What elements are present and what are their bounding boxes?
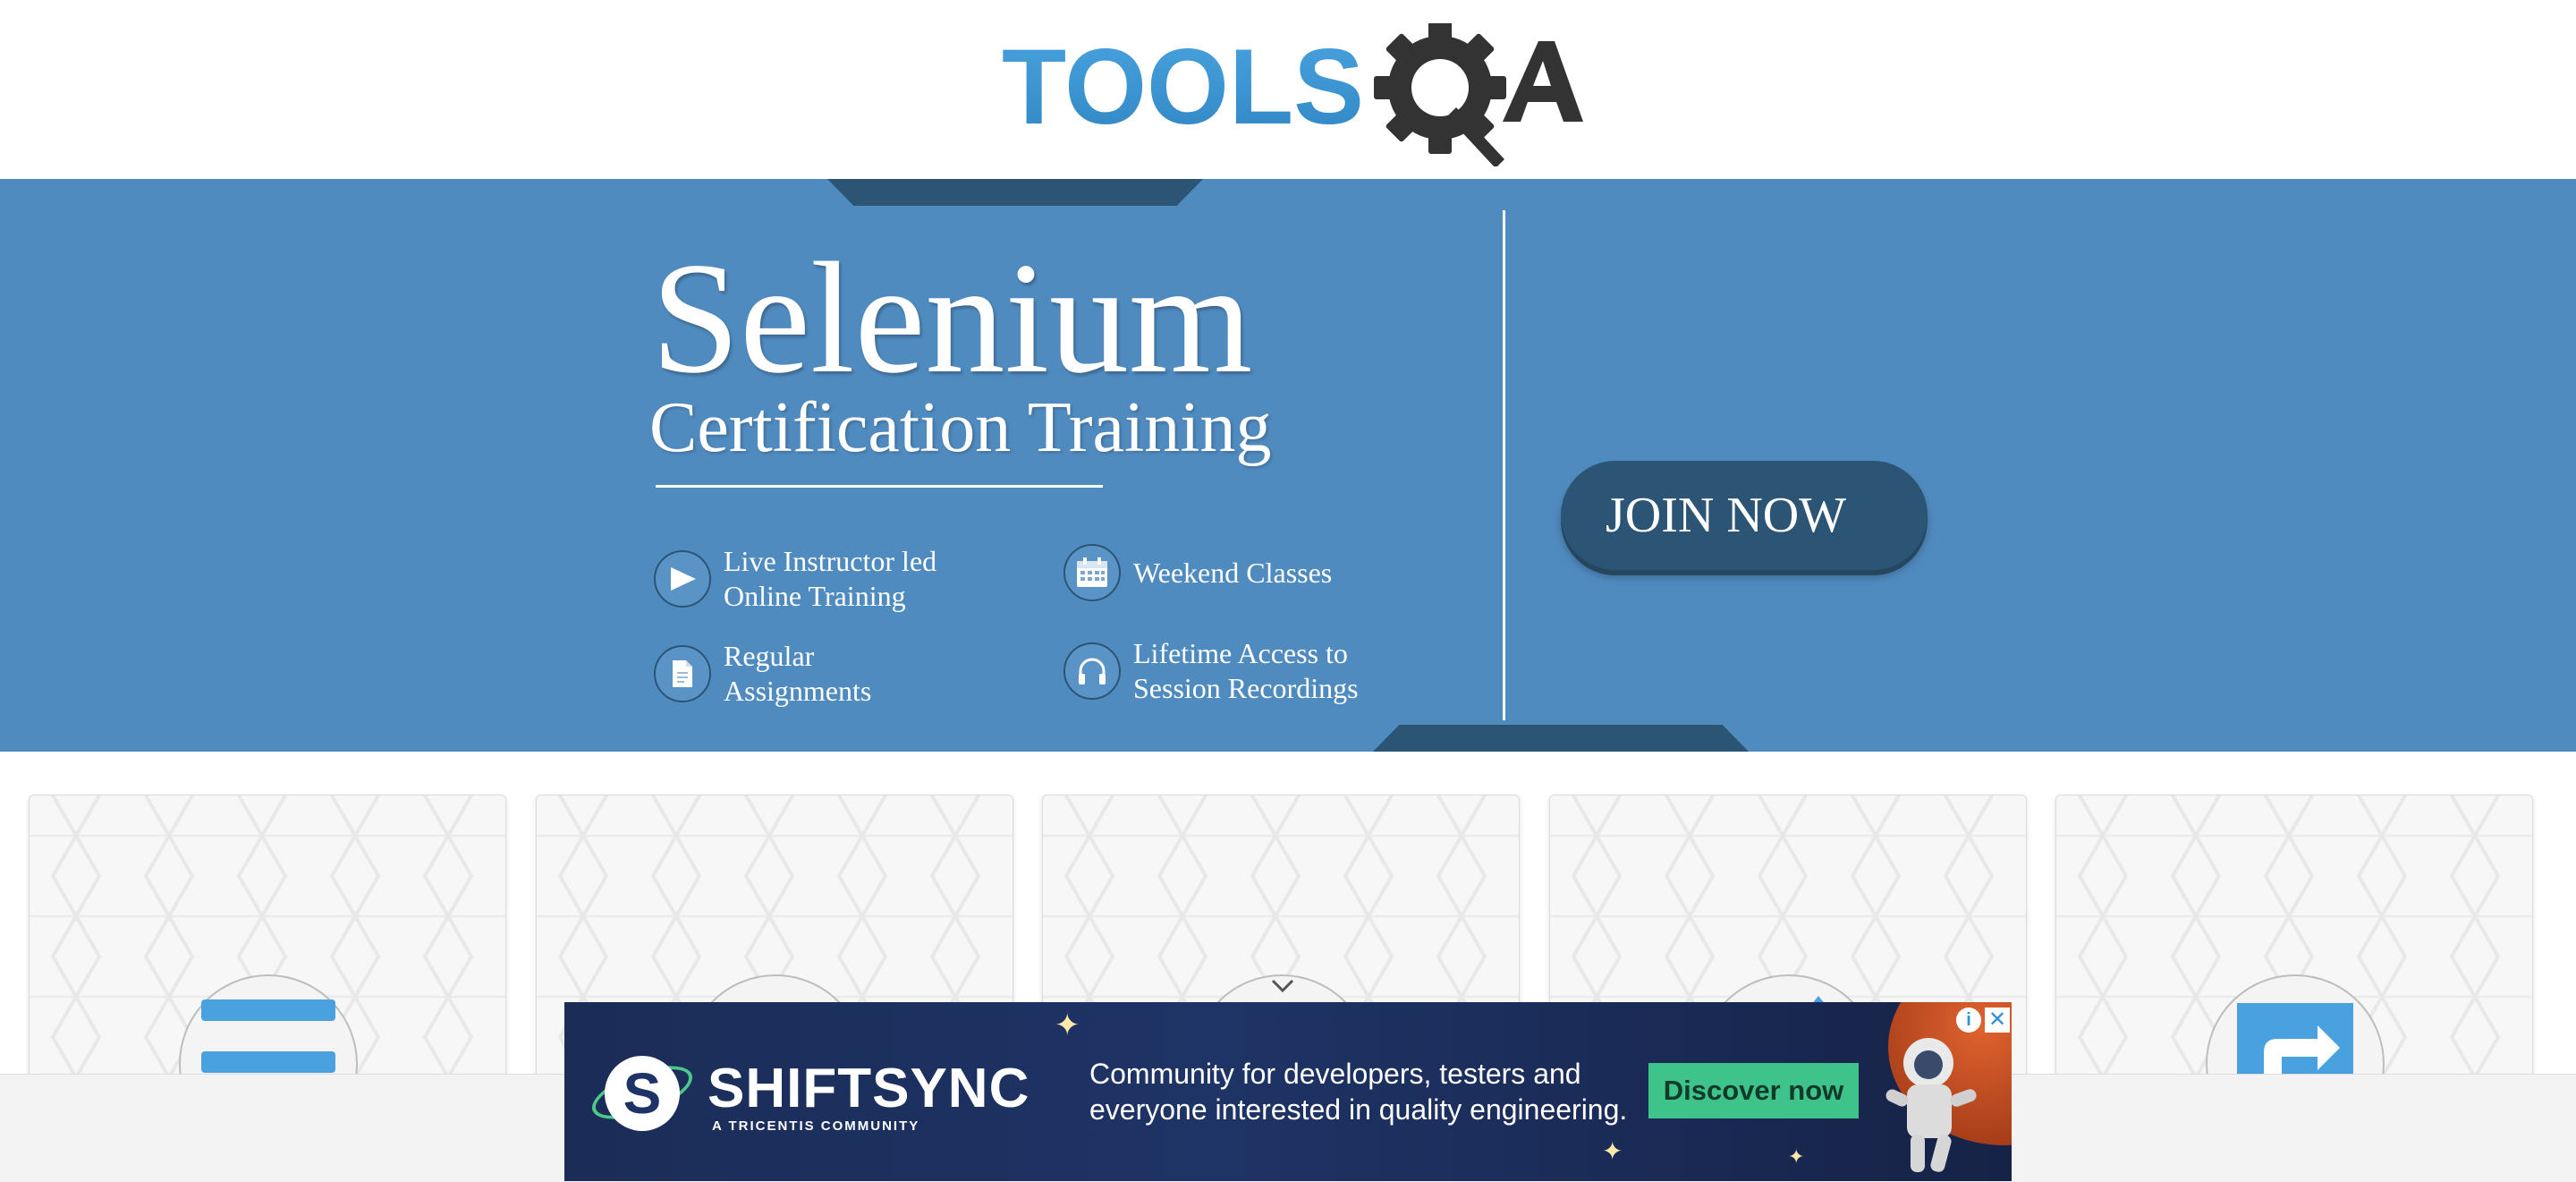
feature-line: Session Recordings [1133, 672, 1359, 704]
ad-copy-line: everyone interested in quality engineeri… [1089, 1093, 1628, 1126]
document-icon [654, 645, 711, 702]
site-header: TOOLS [0, 0, 2576, 179]
discover-now-button[interactable]: Discover now [1648, 1063, 1859, 1118]
join-now-button[interactable]: JOIN NOW [1561, 461, 1928, 570]
astronaut-image [1885, 1038, 1977, 1172]
feature-line: Regular [724, 640, 815, 672]
toolsqa-logo[interactable]: TOOLS [1002, 23, 1583, 166]
ad-tagline: A TRICENTIS COMMUNITY [712, 1118, 920, 1134]
ad-copy-line: Community for developers, testers and [1089, 1058, 1581, 1090]
category-card[interactable] [29, 795, 506, 1081]
ad-close-icon[interactable]: ✕ [1985, 1008, 2010, 1033]
category-card[interactable] [2055, 795, 2533, 1081]
shiftsync-logo: S [605, 1056, 680, 1131]
feature-line: Online Training [724, 580, 906, 612]
feature-regular-assignments: Regular Assignments [654, 639, 871, 709]
logo-text-tools: TOOLS [1002, 27, 1364, 147]
title-underline [656, 485, 1103, 488]
ad-copy: Community for developers, testers and ev… [1089, 1056, 1627, 1127]
banner-decor-bottom [1373, 725, 1749, 752]
star-icon: ✦ [1602, 1137, 1623, 1165]
play-icon [654, 550, 711, 608]
calendar-icon [1063, 544, 1121, 601]
feature-line: Lifetime Access to [1133, 637, 1348, 669]
star-icon: ✦ [1055, 1008, 1080, 1042]
ad-info-icon[interactable]: i [1956, 1008, 1981, 1033]
banner-title: Selenium [651, 229, 1253, 406]
banner-decor-top [827, 179, 1203, 206]
gear-icon [1374, 23, 1506, 166]
banner-subtitle: Certification Training [649, 388, 1272, 467]
star-icon: ✦ [1788, 1145, 1805, 1168]
feature-line: Live Instructor led [724, 545, 937, 577]
headphones-icon [1063, 642, 1121, 700]
feature-line: Assignments [724, 675, 872, 707]
feature-lifetime-access: Lifetime Access to Session Recordings [1063, 636, 1359, 706]
feature-weekend-classes: Weekend Classes [1063, 544, 1332, 601]
hamburger-icon [201, 999, 335, 1073]
selenium-training-banner[interactable]: Selenium Certification Training Live Ins… [0, 179, 2576, 752]
chevron-down-icon [1271, 979, 1294, 993]
logo-letter-a [1503, 41, 1583, 122]
feature-line: Weekend Classes [1133, 556, 1333, 589]
share-arrow-icon [2237, 1003, 2353, 1080]
ad-brand-name: SHIFTSYNC [708, 1058, 1030, 1119]
shiftsync-ad-banner[interactable]: ✦ ✦ ✦ S SHIFTSYNC A TRICENTIS COMMUNITY … [564, 1002, 2012, 1181]
banner-divider [1503, 210, 1505, 720]
feature-live-instructor: Live Instructor led Online Training [654, 544, 936, 614]
